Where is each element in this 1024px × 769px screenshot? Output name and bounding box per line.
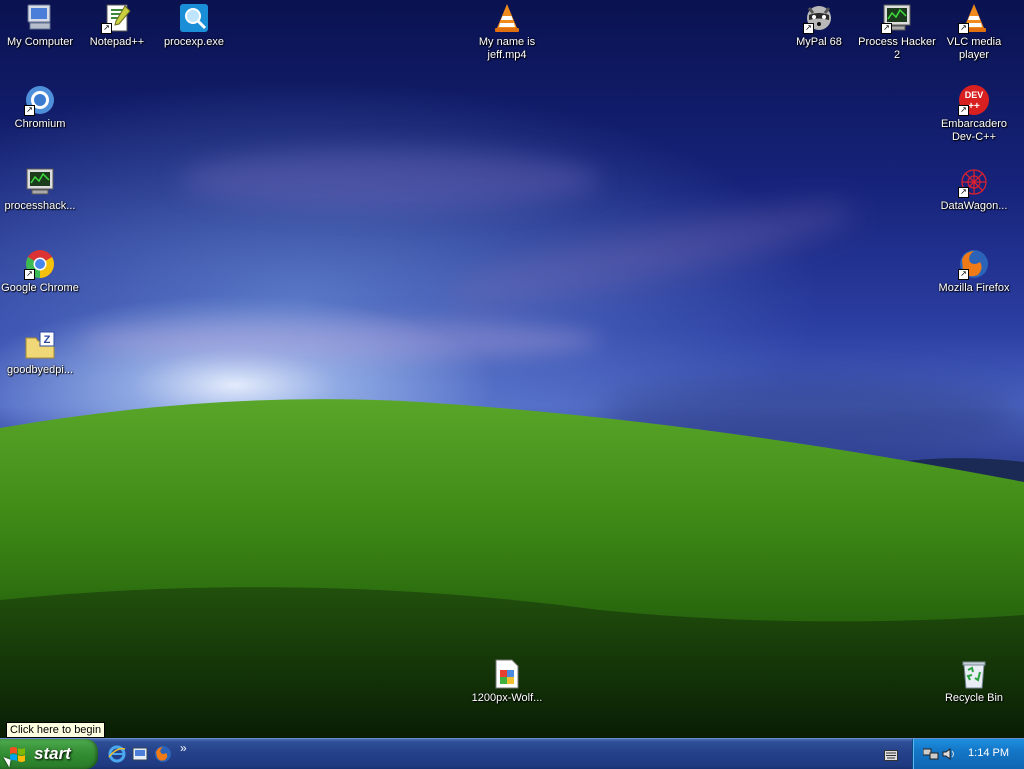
- svg-text:Z: Z: [44, 334, 51, 346]
- network-icon[interactable]: [922, 747, 939, 761]
- chrome-icon: ↗: [24, 248, 56, 280]
- quick-launch-overflow-button[interactable]: »: [180, 741, 187, 755]
- start-label: start: [34, 744, 71, 763]
- firefox-icon: ↗: [958, 248, 990, 280]
- computer-icon: [24, 2, 56, 34]
- process-explorer-icon: [178, 2, 210, 34]
- desktop-icon-mozilla-firefox[interactable]: ↗ Mozilla Firefox: [934, 248, 1014, 295]
- desktop-icon-wolf-image[interactable]: 1200px-Wolf...: [467, 658, 547, 705]
- process-hacker-icon: [24, 166, 56, 198]
- desktop-icon-goodbyedpi[interactable]: Z goodbyedpi...: [0, 330, 80, 377]
- desktop-icon-mypal[interactable]: ↗ MyPal 68: [779, 2, 859, 49]
- datawagon-icon: ↗: [958, 166, 990, 198]
- hill-landscape: [0, 399, 1024, 738]
- notepadpp-icon: ↗: [101, 2, 133, 34]
- internet-explorer-icon[interactable]: [108, 745, 126, 763]
- shortcut-arrow-icon: ↗: [958, 105, 969, 116]
- desktop-icon-processhacker-short[interactable]: processhack...: [0, 166, 80, 213]
- process-hacker-icon: ↗: [881, 2, 913, 34]
- icon-label: VLC media player: [946, 36, 1002, 61]
- shortcut-arrow-icon: ↗: [958, 269, 969, 280]
- desktop-icon-process-hacker[interactable]: ↗ Process Hacker 2: [857, 2, 937, 62]
- desktop-icon-datawagon[interactable]: ↗ DataWagon...: [934, 166, 1014, 213]
- shortcut-arrow-icon: ↗: [101, 23, 112, 34]
- icon-label: Mozilla Firefox: [938, 282, 1010, 294]
- icon-label: procexp.exe: [164, 36, 224, 48]
- icon-label: processhack...: [4, 200, 76, 212]
- icon-label: MyPal 68: [796, 36, 842, 48]
- keyboard-icon[interactable]: [884, 748, 898, 761]
- icon-label: Recycle Bin: [944, 692, 1004, 704]
- desktop-icon-recycle-bin[interactable]: Recycle Bin: [934, 658, 1014, 705]
- show-desktop-icon[interactable]: [131, 745, 149, 763]
- image-file-icon: [491, 658, 523, 690]
- clock[interactable]: 1:14 PM: [968, 747, 1009, 759]
- icon-label: My name is jeff.mp4: [478, 36, 536, 61]
- svg-text:++: ++: [968, 101, 980, 112]
- vlc-cone-icon: [491, 2, 523, 34]
- desktop-icon-google-chrome[interactable]: ↗ Google Chrome: [0, 248, 80, 295]
- icon-label: Process Hacker 2: [858, 36, 936, 61]
- dev-cpp-icon: DEV ++ ↗: [958, 84, 990, 116]
- chromium-icon: ↗: [24, 84, 56, 116]
- vlc-cone-icon: ↗: [958, 2, 990, 34]
- taskbar: start » 1:14 PM: [0, 738, 1024, 769]
- shortcut-arrow-icon: ↗: [958, 187, 969, 198]
- shortcut-arrow-icon: ↗: [803, 23, 814, 34]
- start-tooltip: Click here to begin: [6, 722, 106, 738]
- zip-folder-icon: Z: [24, 330, 56, 362]
- system-tray: 1:14 PM: [912, 739, 1024, 769]
- shortcut-arrow-icon: ↗: [24, 269, 35, 280]
- desktop-icon-embarcadero[interactable]: DEV ++ ↗ Embarcadero Dev-C++: [934, 84, 1014, 144]
- desktop-icon-chromium[interactable]: ↗ Chromium: [0, 84, 80, 131]
- icon-label: My Computer: [6, 36, 74, 48]
- icon-label: Google Chrome: [1, 282, 79, 294]
- desktop-icon-my-name-is-jeff[interactable]: My name is jeff.mp4: [467, 2, 547, 62]
- desktop-icon-notepadpp[interactable]: ↗ Notepad++: [77, 2, 157, 49]
- desktop-icon-procexp[interactable]: procexp.exe: [154, 2, 234, 49]
- shortcut-arrow-icon: ↗: [881, 23, 892, 34]
- desktop-icon-vlc[interactable]: ↗ VLC media player: [934, 2, 1014, 62]
- icon-label: DataWagon...: [940, 200, 1008, 212]
- icon-label: Embarcadero Dev-C++: [940, 118, 1008, 143]
- desktop-icon-my-computer[interactable]: My Computer: [0, 2, 80, 49]
- desktop: My Computer ↗ Notepad++ procexp.exe My n…: [0, 0, 1024, 738]
- start-button[interactable]: start: [0, 739, 98, 769]
- icon-label: Chromium: [14, 118, 66, 130]
- shortcut-arrow-icon: ↗: [958, 23, 969, 34]
- mypal-raccoon-icon: ↗: [803, 2, 835, 34]
- icon-label: 1200px-Wolf...: [471, 692, 543, 704]
- icon-label: goodbyedpi...: [6, 364, 74, 376]
- volume-icon[interactable]: [941, 747, 957, 761]
- firefox-icon[interactable]: [154, 745, 172, 763]
- svg-text:DEV: DEV: [965, 90, 984, 100]
- shortcut-arrow-icon: ↗: [24, 105, 35, 116]
- icon-label: Notepad++: [89, 36, 145, 48]
- recycle-bin-icon: [958, 658, 990, 690]
